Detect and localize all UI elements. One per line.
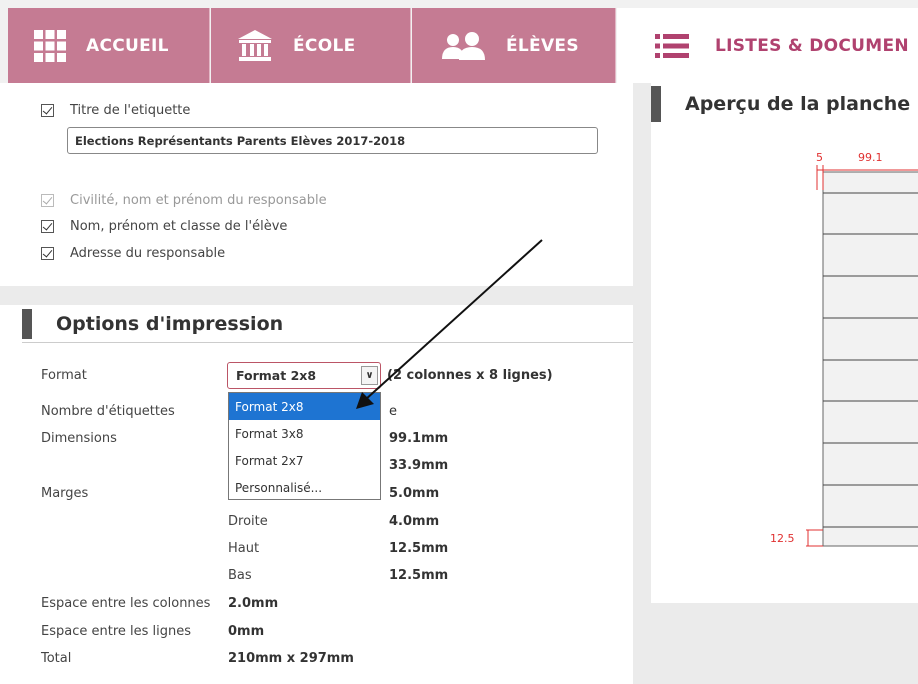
title-checkbox-label: Titre de l'etiquette: [70, 103, 191, 118]
dim-height-value: 33.9mm: [389, 458, 449, 473]
row-gap-label: Espace entre les lignes: [41, 624, 192, 639]
nav-accueil-label: ACCUEIL: [86, 35, 169, 56]
section-divider: [22, 342, 633, 343]
print-options-header: Options d'impression: [22, 309, 283, 339]
count-suffix: e: [389, 404, 397, 419]
nav-eleves[interactable]: ÉLÈVES: [412, 8, 616, 83]
grid-icon: [34, 29, 66, 62]
total-label: Total: [41, 651, 72, 666]
margin-bottom-value: 12.5mm: [389, 568, 449, 583]
nav-ecole-label: ÉCOLE: [293, 35, 356, 56]
margin-top-label: Haut: [228, 541, 260, 556]
format-select[interactable]: Format 2x8 ∨: [227, 362, 381, 389]
civilite-checkbox: [41, 194, 54, 207]
civilite-checkbox-row: Civilité, nom et prénom du responsable: [41, 193, 327, 208]
preview-panel: [651, 83, 918, 603]
format-label: Format: [41, 368, 87, 383]
print-options-title: Options d'impression: [56, 313, 284, 335]
total-value: 210mm x 297mm: [228, 651, 354, 666]
dimensions-label: Dimensions: [41, 431, 117, 446]
label-title-input[interactable]: Elections Représentants Parents Elèves 2…: [67, 127, 598, 154]
format-dropdown-list: Format 2x8 Format 3x8 Format 2x7 Personn…: [228, 392, 381, 500]
format-description: (2 colonnes x 8 lignes): [387, 368, 553, 383]
title-checkbox[interactable]: [41, 104, 54, 117]
margin-left-value: 5.0mm: [389, 486, 440, 501]
adresse-checkbox[interactable]: [41, 247, 54, 260]
margin-bottom-label: Bas: [228, 568, 252, 583]
preview-title: Aperçu de la planche: [685, 93, 911, 115]
nom-label: Nom, prénom et classe de l'élève: [70, 219, 288, 234]
students-icon: [442, 31, 486, 61]
civilite-label: Civilité, nom et prénom du responsable: [70, 193, 327, 208]
format-option[interactable]: Format 2x8: [229, 393, 380, 420]
format-option[interactable]: Format 2x7: [229, 447, 380, 474]
row-gap-value: 0mm: [228, 624, 265, 639]
nom-checkbox[interactable]: [41, 220, 54, 233]
count-label: Nombre d'étiquettes: [41, 404, 175, 419]
nav-listes-documents[interactable]: LISTES & DOCUMEN: [617, 8, 918, 83]
section-marker: [651, 86, 661, 122]
nav-eleves-label: ÉLÈVES: [506, 35, 579, 56]
nom-checkbox-row[interactable]: Nom, prénom et classe de l'élève: [41, 219, 287, 234]
nav-listes-label: LISTES & DOCUMEN: [715, 35, 909, 56]
adresse-label: Adresse du responsable: [70, 246, 226, 261]
margin-top-value: 12.5mm: [389, 541, 449, 556]
list-icon: [655, 33, 689, 58]
dim-width-value: 99.1mm: [389, 431, 449, 446]
top-navigation: ACCUEIL ÉCOLE ÉLÈVES LISTES & DOCUMEN: [0, 0, 918, 83]
format-option[interactable]: Personnalisé...: [229, 474, 380, 501]
margins-label: Marges: [41, 486, 89, 501]
nav-accueil[interactable]: ACCUEIL: [8, 8, 210, 83]
col-gap-value: 2.0mm: [228, 596, 279, 611]
nav-ecole[interactable]: ÉCOLE: [211, 8, 411, 83]
format-option[interactable]: Format 3x8: [229, 420, 380, 447]
preview-header: Aperçu de la planche: [651, 86, 910, 122]
format-select-value: Format 2x8: [236, 368, 317, 383]
title-checkbox-row[interactable]: Titre de l'etiquette: [41, 103, 190, 118]
margin-right-label: Droite: [228, 514, 268, 529]
adresse-checkbox-row[interactable]: Adresse du responsable: [41, 246, 225, 261]
chevron-down-icon[interactable]: ∨: [361, 366, 378, 385]
col-gap-label: Espace entre les colonnes: [41, 596, 211, 611]
margin-right-value: 4.0mm: [389, 514, 440, 529]
school-building-icon: [237, 29, 273, 62]
section-marker: [22, 309, 32, 339]
